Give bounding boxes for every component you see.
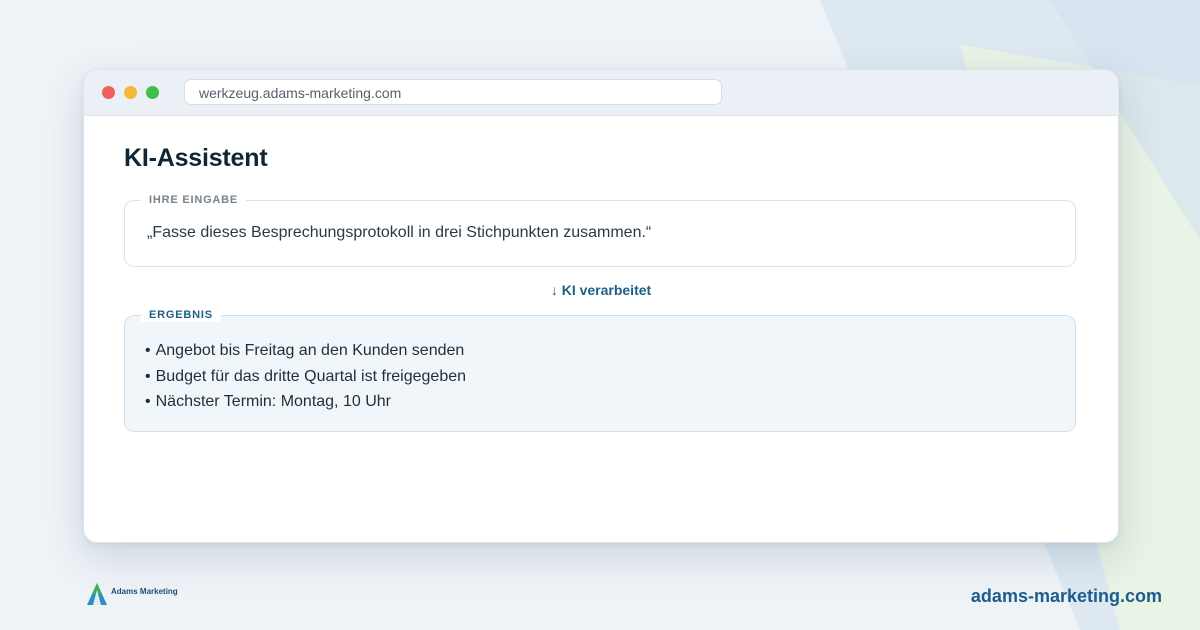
close-window-dot[interactable]: [102, 86, 115, 99]
processing-indicator: ↓ KI verarbeitet: [550, 282, 652, 298]
result-box: ERGEBNIS • Angebot bis Freitag an den Kun…: [124, 308, 1076, 432]
result-label: ERGEBNIS: [141, 308, 221, 322]
page-title: KI-Assistent: [124, 144, 268, 172]
company-logo: Adams Marketing: [86, 582, 178, 606]
browser-titlebar: werkzeug.adams-marketing.com: [84, 70, 1118, 116]
result-item-text: Nächster Termin: Montag, 10 Uhr: [155, 393, 391, 410]
result-list: • Angebot bis Freitag an den Kunden sende…: [145, 338, 466, 415]
list-item: • Nächster Termin: Montag, 10 Uhr: [145, 389, 466, 415]
maximize-window-dot[interactable]: [146, 86, 159, 99]
result-item-text: Budget für das dritte Quartal ist freige…: [155, 367, 467, 385]
bullet: •: [145, 393, 151, 410]
footer-url[interactable]: adams-marketing.com: [971, 586, 1162, 607]
bullet: •: [145, 342, 151, 359]
minimize-window-dot[interactable]: [124, 86, 137, 99]
logo-icon: [87, 583, 107, 605]
list-item: • Budget für das dritte Quartal ist freig…: [145, 364, 466, 390]
result-item-text: Angebot bis Freitag an den Kunden senden: [155, 342, 465, 359]
browser-window: werkzeug.adams-marketing.com KI-Assisten…: [83, 69, 1119, 543]
logo-text: Adams Marketing: [111, 586, 178, 596]
input-box: IHRE EINGABE „Fasse dieses Besprechungsp…: [124, 193, 1076, 267]
input-text: „Fasse dieses Besprechungsprotokoll in d…: [147, 224, 652, 241]
bullet: •: [145, 367, 151, 385]
input-label: IHRE EINGABE: [141, 193, 247, 207]
list-item: • Angebot bis Freitag an den Kunden sende…: [145, 338, 466, 364]
address-bar[interactable]: werkzeug.adams-marketing.com: [184, 79, 722, 105]
